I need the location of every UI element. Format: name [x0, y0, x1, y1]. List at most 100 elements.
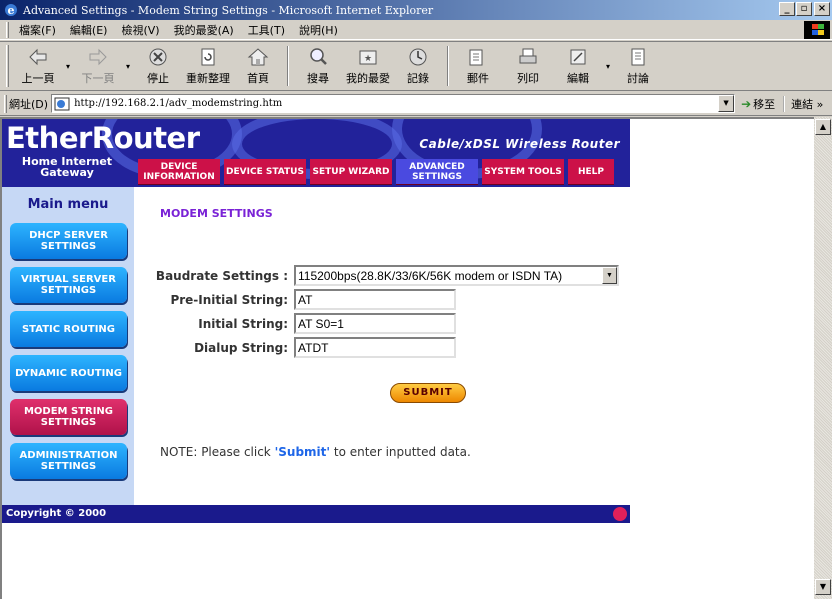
mail-icon: [467, 46, 489, 68]
toolbar-grip[interactable]: [6, 45, 9, 87]
print-button[interactable]: 列印: [503, 44, 553, 88]
history-icon: [407, 46, 429, 68]
router-logo: EtherRouter: [6, 121, 200, 155]
menu-bar: 檔案(F) 編輯(E) 檢視(V) 我的最愛(A) 工具(T) 說明(H): [0, 20, 832, 40]
edit-label: 編輯: [567, 72, 589, 85]
forward-arrow-icon: [87, 46, 109, 68]
menu-tools[interactable]: 工具(T): [248, 22, 285, 38]
dialup-label: Dialup String:: [194, 340, 288, 355]
discuss-label: 討論: [627, 72, 649, 85]
search-icon: [307, 46, 329, 68]
scroll-up-icon[interactable]: ▲: [815, 119, 831, 135]
sidebar-item-administration[interactable]: ADMINISTRATION SETTINGS: [10, 443, 127, 479]
menu-favorites[interactable]: 我的最愛(A): [174, 22, 234, 38]
router-tagline: Cable/xDSL Wireless Router: [419, 137, 620, 151]
tab-help[interactable]: HELP: [568, 159, 614, 185]
back-dropdown-icon[interactable]: ▾: [63, 62, 73, 71]
edit-dropdown-icon[interactable]: ▾: [603, 62, 613, 71]
scroll-down-icon[interactable]: ▼: [815, 579, 831, 595]
init-input[interactable]: AT S0=1: [294, 313, 456, 334]
modem-settings-panel: MODEM SETTINGS Baudrate Settings : 11520…: [134, 187, 630, 505]
note-prefix: NOTE: Please click: [160, 445, 275, 459]
refresh-label: 重新整理: [186, 72, 230, 85]
svg-text:★: ★: [364, 54, 372, 64]
page-icon: [54, 97, 70, 110]
discuss-icon: [627, 46, 649, 68]
page-viewport: EtherRouter Cable/xDSL Wireless Router H…: [0, 117, 814, 599]
menubar-grip[interactable]: [6, 21, 9, 38]
router-subtitle: Home Internet Gateway: [21, 155, 113, 179]
sidebar-item-static-routing[interactable]: STATIC ROUTING: [10, 311, 127, 347]
baudrate-row: Baudrate Settings : 115200bps(28.8K/33/6…: [134, 265, 619, 286]
address-dropdown-icon[interactable]: ▼: [718, 95, 735, 112]
go-button[interactable]: ➔ 移至: [741, 96, 775, 112]
sidebar-item-modem-string[interactable]: MODEM STRING SETTINGS: [10, 399, 127, 435]
go-label: 移至: [753, 97, 776, 111]
tab-device-information[interactable]: DEVICE INFORMATION: [138, 159, 220, 185]
dialup-row: Dialup String: ATDT: [134, 337, 456, 358]
history-label: 記錄: [407, 72, 429, 85]
discuss-button[interactable]: 討論: [613, 44, 663, 88]
tab-advanced-settings[interactable]: ADVANCED SETTINGS: [396, 159, 478, 185]
chevron-down-icon[interactable]: ▼: [602, 267, 617, 284]
sidebar-item-virtual-server[interactable]: VIRTUAL SERVER SETTINGS: [10, 267, 127, 303]
window-titlebar: e Advanced Settings - Modem String Setti…: [0, 0, 832, 20]
edit-icon: [567, 46, 589, 68]
menu-file[interactable]: 檔案(F): [19, 22, 56, 38]
print-label: 列印: [517, 72, 539, 85]
preinit-row: Pre-Initial String: AT: [134, 289, 456, 310]
tab-device-status[interactable]: DEVICE STATUS: [224, 159, 306, 185]
favorites-button[interactable]: ★ 我的最愛: [343, 44, 393, 88]
maximize-button[interactable]: ▫: [796, 2, 812, 16]
toolbar-separator: [447, 46, 449, 86]
minimize-button[interactable]: _: [779, 2, 795, 16]
stop-button[interactable]: 停止: [133, 44, 183, 88]
forward-dropdown-icon[interactable]: ▾: [123, 62, 133, 71]
forward-label: 下一頁: [81, 72, 115, 85]
edit-button[interactable]: 編輯: [553, 44, 603, 88]
search-button[interactable]: 搜尋: [293, 44, 343, 88]
preinit-label: Pre-Initial String:: [170, 292, 288, 307]
windows-logo-icon: [804, 21, 830, 39]
mail-button[interactable]: 郵件: [453, 44, 503, 88]
stop-label: 停止: [147, 72, 169, 85]
ie-icon: e: [5, 4, 17, 17]
links-button[interactable]: 連結 »: [783, 95, 823, 112]
svg-text:e: e: [8, 4, 15, 17]
page-title: MODEM SETTINGS: [160, 207, 273, 220]
copyright-text: Copyright © 2000: [6, 508, 107, 519]
tab-setup-wizard[interactable]: SETUP WIZARD: [310, 159, 392, 185]
history-button[interactable]: 記錄: [393, 44, 443, 88]
stop-icon: [147, 46, 169, 68]
init-label: Initial String:: [198, 316, 288, 331]
home-button[interactable]: 首頁: [233, 44, 283, 88]
favorites-label: 我的最愛: [346, 72, 390, 85]
favorites-icon: ★: [357, 46, 379, 68]
mail-label: 郵件: [467, 72, 489, 85]
menu-edit[interactable]: 編輯(E): [70, 22, 108, 38]
window-title: Advanced Settings - Modem String Setting…: [23, 3, 434, 17]
forward-button[interactable]: 下一頁: [73, 44, 123, 88]
main-menu-heading: Main menu: [27, 197, 109, 212]
baudrate-select[interactable]: 115200bps(28.8K/33/6K/56K modem or ISDN …: [294, 265, 619, 286]
menu-view[interactable]: 檢視(V): [121, 22, 159, 38]
address-input[interactable]: http://192.168.2.1/adv_modemstring.htm ▼: [51, 94, 736, 113]
vertical-scrollbar[interactable]: ▲ ▼: [814, 117, 832, 599]
refresh-button[interactable]: 重新整理: [183, 44, 233, 88]
addressbar-grip[interactable]: [4, 94, 7, 113]
router-banner: EtherRouter Cable/xDSL Wireless Router H…: [2, 119, 630, 187]
note-suffix: to enter inputted data.: [330, 445, 471, 459]
toolbar-separator: [287, 46, 289, 86]
preinit-input[interactable]: AT: [294, 289, 456, 310]
tab-system-tools[interactable]: SYSTEM TOOLS: [482, 159, 564, 185]
back-button[interactable]: 上一頁: [13, 44, 63, 88]
menu-help[interactable]: 說明(H): [299, 22, 338, 38]
dialup-input[interactable]: ATDT: [294, 337, 456, 358]
submit-note: NOTE: Please click 'Submit' to enter inp…: [160, 445, 471, 459]
home-icon: [247, 46, 269, 68]
submit-button[interactable]: SUBMIT: [390, 383, 466, 403]
close-button[interactable]: ×: [814, 2, 830, 16]
sidebar-item-dhcp-server[interactable]: DHCP SERVER SETTINGS: [10, 223, 127, 259]
main-menu-sidebar: Main menu DHCP SERVER SETTINGS VIRTUAL S…: [2, 187, 134, 505]
sidebar-item-dynamic-routing[interactable]: DYNAMIC ROUTING: [10, 355, 127, 391]
